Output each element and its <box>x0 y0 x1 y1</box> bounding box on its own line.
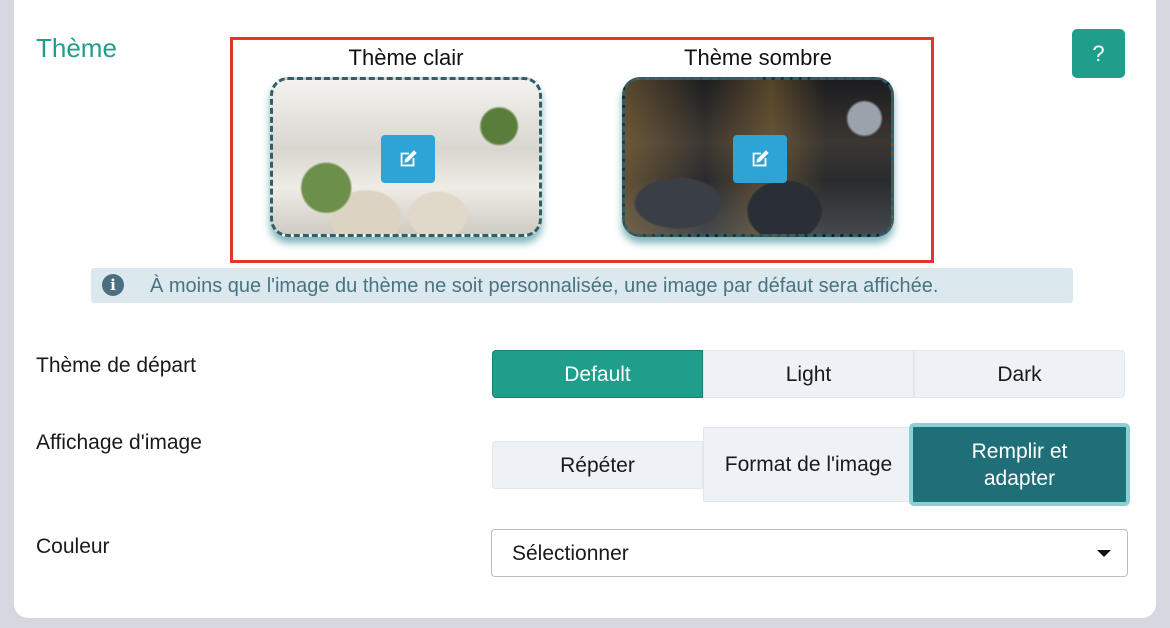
color-label: Couleur <box>36 535 110 558</box>
section-title: Thème <box>36 33 117 63</box>
dark-theme-label: Thème sombre <box>684 45 832 70</box>
edit-icon <box>400 150 417 167</box>
info-icon: i <box>102 274 124 296</box>
start-theme-light[interactable]: Light <box>703 350 914 398</box>
start-theme-label: Thème de départ <box>36 354 196 377</box>
color-select[interactable]: Sélectionner <box>491 529 1128 577</box>
edit-icon <box>752 150 769 167</box>
theme-images-highlight: Thème clair Thème sombre <box>230 37 934 263</box>
image-display-label: Affichage d'image <box>36 431 202 454</box>
light-theme-image[interactable] <box>270 77 542 237</box>
edit-light-theme-button[interactable] <box>381 135 435 183</box>
light-theme-label: Thème clair <box>348 45 464 70</box>
start-theme-dark[interactable]: Dark <box>914 350 1125 398</box>
image-display-repeat[interactable]: Répéter <box>492 441 703 489</box>
help-button[interactable]: ? <box>1072 29 1125 78</box>
info-text: À moins que l'image du thème ne soit per… <box>150 275 939 297</box>
color-select-value: Sélectionner <box>512 542 629 565</box>
image-display-fill[interactable]: Remplir et adapter <box>909 423 1130 506</box>
info-notice: i À moins que l'image du thème ne soit p… <box>91 268 1073 303</box>
start-theme-default[interactable]: Default <box>492 350 703 398</box>
dark-theme-image[interactable] <box>622 77 894 237</box>
edit-dark-theme-button[interactable] <box>733 135 787 183</box>
image-display-format[interactable]: Format de l'image <box>703 427 914 502</box>
caret-down-icon <box>1097 550 1111 557</box>
